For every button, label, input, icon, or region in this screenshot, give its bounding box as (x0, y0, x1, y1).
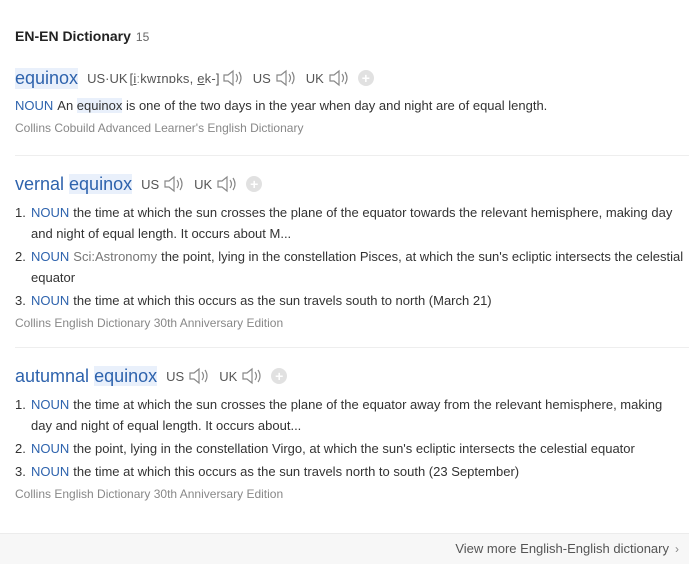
source-attribution: Collins English Dictionary 30th Annivers… (15, 316, 284, 330)
divider (15, 155, 689, 156)
speaker-icon[interactable] (328, 69, 350, 87)
part-of-speech: NOUN (31, 205, 70, 220)
headword-link[interactable]: equinox (15, 67, 79, 89)
entry-headword-row: vernal equinox US UK + (15, 172, 689, 196)
part-of-speech: NOUN (31, 464, 70, 479)
entry-autumnal-equinox: autumnal equinox US UK + 1. NOUN the time … (15, 364, 689, 501)
part-of-speech: NOUN (31, 249, 70, 264)
entry-equinox: equinox US·UK [iːkwɪnɒks, ek-] US UK + N… (15, 66, 689, 135)
pronunciation-us: US (166, 367, 210, 385)
definition-list: 1. NOUN the time at which the sun crosses … (15, 394, 685, 482)
plus-circle-icon[interactable]: + (357, 70, 374, 86)
part-of-speech: NOUN (31, 397, 70, 412)
speaker-icon[interactable] (163, 175, 185, 193)
plus-circle-icon[interactable]: + (246, 176, 263, 192)
entry-count: 15 (135, 30, 150, 44)
subject-label: Sci:Astronomy (73, 249, 158, 264)
view-more-link[interactable]: View more English-English dictionary › (455, 541, 679, 556)
list-item: 2. NOUN Sci:Astronomy the point, lying in t… (15, 249, 684, 285)
pronunciation-us: US (141, 175, 185, 193)
ipa-text: [iːkwɪnɒks, ek-] (129, 70, 220, 86)
part-of-speech: NOUN (31, 293, 70, 308)
pronunciation-uk: UK (306, 69, 350, 87)
dictionary-title: EN-EN Dictionary (15, 28, 131, 44)
divider (15, 347, 689, 348)
pronunciation-uk: UK (219, 367, 263, 385)
view-more-label: View more English-English dictionary (455, 541, 669, 556)
dictionary-header: EN-EN Dictionary 15 (15, 28, 149, 48)
entry-headword-row: autumnal equinox US UK + (15, 364, 689, 388)
pronunciation-us: US (253, 69, 297, 87)
speaker-icon[interactable] (188, 367, 210, 385)
headword-link[interactable]: vernal equinox (15, 173, 133, 195)
list-item: 1. NOUN the time at which the sun crosses … (15, 205, 673, 241)
us-uk-label: US·UK (87, 70, 128, 86)
source-attribution: Collins English Dictionary 30th Annivers… (15, 487, 284, 501)
footer-bar: View more English-English dictionary › (0, 533, 689, 564)
definition-list: 1. NOUN the time at which the sun crosses … (15, 202, 685, 311)
speaker-icon[interactable] (275, 69, 297, 87)
list-item: 2. NOUN the point, lying in the constellat… (15, 441, 635, 456)
part-of-speech: NOUN (15, 98, 54, 113)
headword-link[interactable]: autumnal equinox (15, 365, 158, 387)
source-attribution: Collins Cobuild Advanced Learner's Engli… (15, 121, 304, 135)
definition: NOUN An equinox is one of the two days in… (15, 98, 548, 113)
plus-circle-icon[interactable]: + (271, 368, 288, 384)
list-item: 3. NOUN the time at which this occurs as t… (15, 464, 520, 479)
speaker-icon[interactable] (241, 367, 263, 385)
speaker-icon[interactable] (216, 175, 238, 193)
chevron-right-icon: › (675, 541, 679, 556)
list-item: 3. NOUN the time at which this occurs as t… (15, 293, 492, 308)
entry-headword-row: equinox US·UK [iːkwɪnɒks, ek-] US UK + (15, 66, 689, 90)
pronunciation-uk: UK (194, 175, 238, 193)
highlighted-term: equinox (76, 98, 123, 113)
entry-vernal-equinox: vernal equinox US UK + 1. NOUN the time at… (15, 172, 689, 330)
part-of-speech: NOUN (31, 441, 70, 456)
pronunciation-us-uk: US·UK [iːkwɪnɒks, ek-] (87, 69, 244, 87)
speaker-icon[interactable] (222, 69, 244, 87)
list-item: 1. NOUN the time at which the sun crosses … (15, 397, 663, 433)
